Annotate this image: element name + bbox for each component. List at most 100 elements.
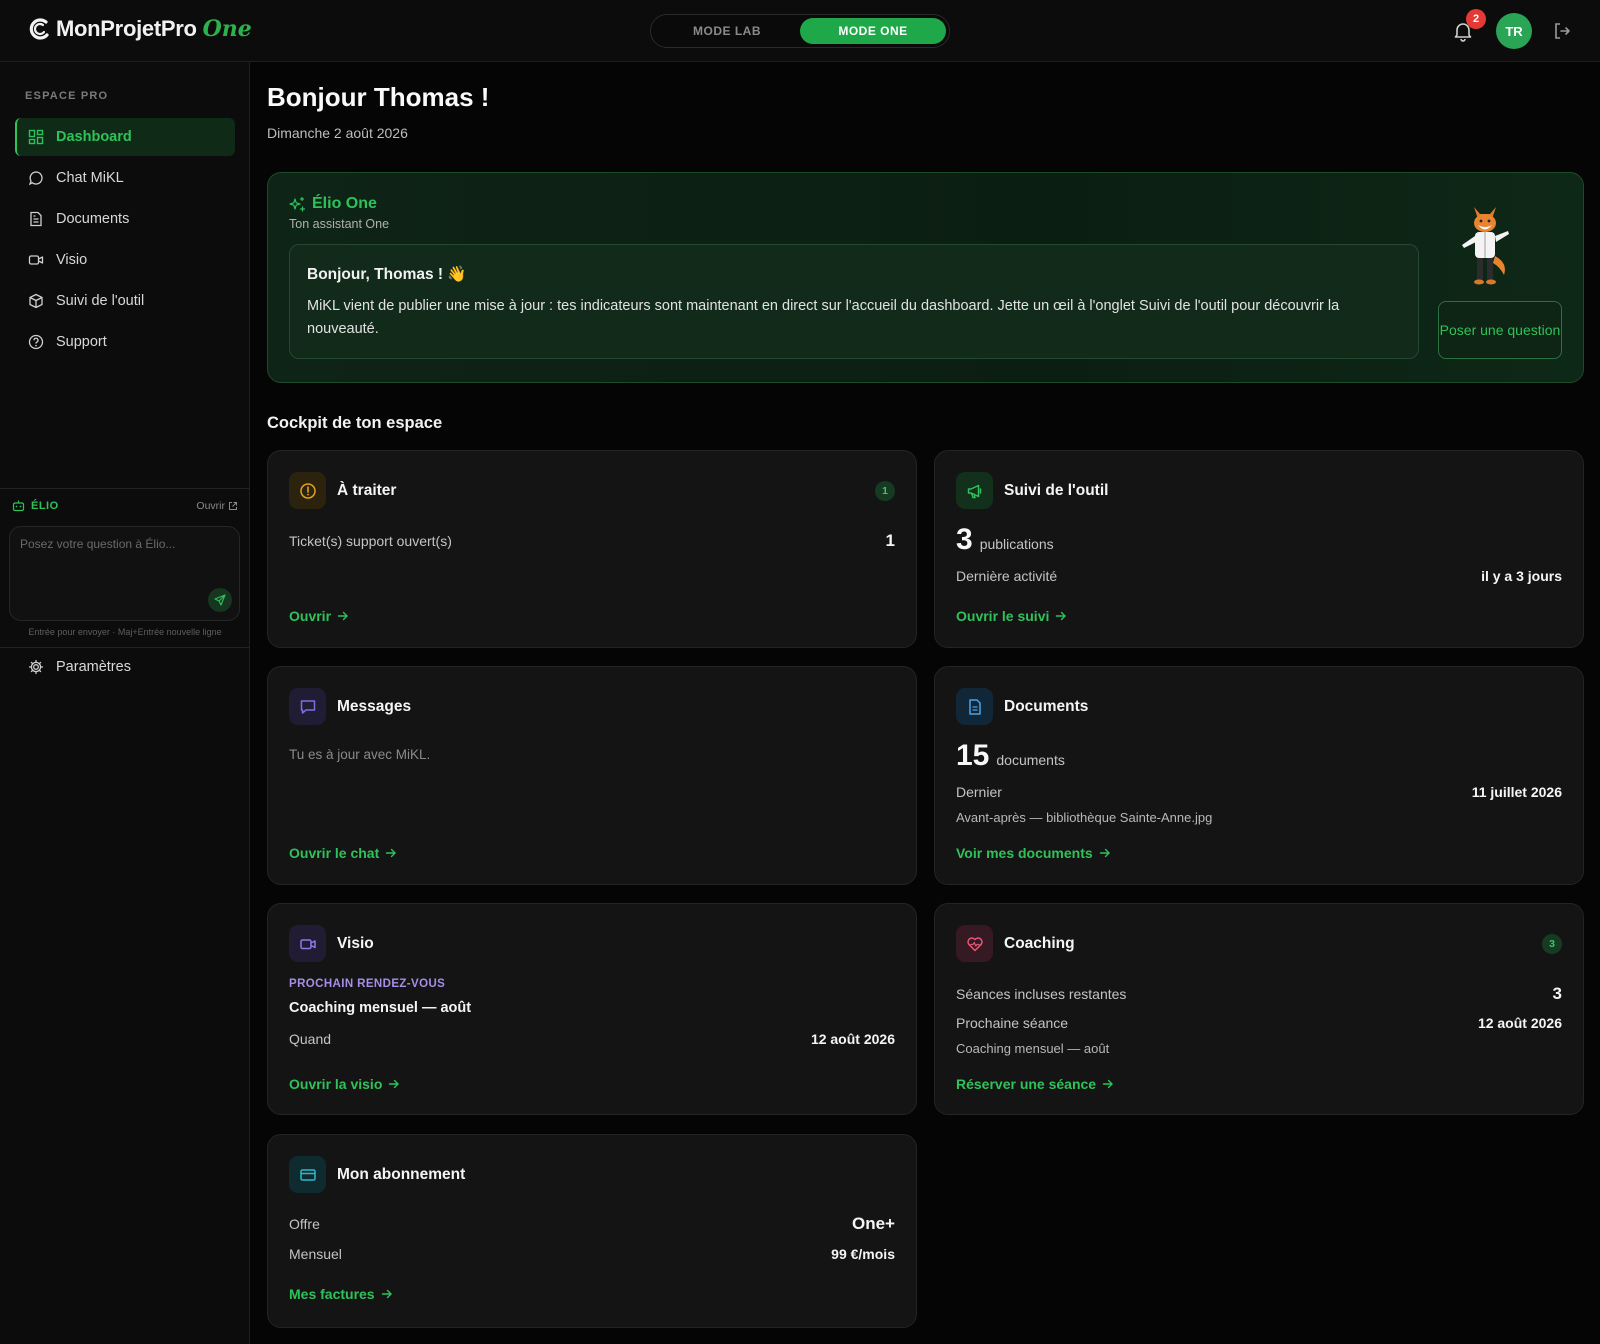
arrow-right-icon: [381, 1289, 392, 1299]
chat-icon: [28, 171, 43, 186]
elio-chat-box: [9, 526, 240, 621]
arrow-right-icon: [1102, 1079, 1114, 1089]
card-suivi-outil: Suivi de l'outil 3 publications Dernière…: [934, 450, 1584, 648]
link-label: Ouvrir: [289, 608, 332, 624]
settings-label: Paramètres: [56, 659, 131, 675]
card-title: Visio: [337, 934, 374, 952]
card-visio: Visio PROCHAIN RENDEZ-VOUS Coaching mens…: [267, 903, 917, 1115]
stat-row: Séances incluses restantes 3: [956, 984, 1562, 1004]
stat-label: Dernier: [956, 784, 1002, 800]
elio-panel-label: ÉLIO: [31, 499, 59, 512]
message-icon: [289, 688, 326, 725]
mode-toggle: MODE LAB MODE ONE: [650, 14, 950, 48]
stat-row: Prochaine séance 12 août 2026: [956, 1015, 1562, 1031]
stat-row: Ticket(s) support ouvert(s) 1: [289, 531, 895, 551]
stat-value: 3: [1552, 984, 1562, 1003]
card-header: Mon abonnement: [289, 1156, 465, 1193]
open-visio-link[interactable]: Ouvrir la visio: [289, 1076, 400, 1092]
sidebar-item-label: Suivi de l'outil: [56, 293, 145, 309]
elio-panel-title: ÉLIO: [12, 499, 59, 512]
elio-assistant-card: Élio One Ton assistant One Bonjour, Thom…: [267, 172, 1584, 383]
sidebar-item-visio[interactable]: Visio: [15, 241, 235, 279]
elio-open-link[interactable]: Ouvrir: [196, 500, 238, 512]
arrow-right-icon: [337, 611, 349, 621]
card-documents: Documents 15 documents Dernier 11 juille…: [934, 666, 1584, 885]
page-title: Bonjour Thomas !: [267, 82, 490, 112]
notification-badge: 2: [1466, 9, 1486, 29]
section-title: Cockpit de ton espace: [267, 414, 443, 432]
sidebar-item-documents[interactable]: Documents: [15, 200, 235, 238]
logout-icon[interactable]: [1552, 21, 1572, 41]
stat-label: Séances incluses restantes: [956, 986, 1127, 1002]
count-badge: 3: [1542, 934, 1562, 954]
sidebar-item-support[interactable]: Support: [15, 323, 235, 361]
card-coaching: Coaching 3 Séances incluses restantes 3 …: [934, 903, 1584, 1115]
heart-icon: [956, 925, 993, 962]
app-logo[interactable]: MonProjetPro One: [26, 16, 252, 42]
stat-unit: documents: [996, 752, 1065, 768]
sidebar-item-dashboard[interactable]: Dashboard: [15, 118, 235, 156]
open-chat-link[interactable]: Ouvrir le chat: [289, 845, 397, 861]
book-session-link[interactable]: Réserver une séance: [956, 1076, 1114, 1092]
ask-question-button[interactable]: Poser une question: [1438, 301, 1562, 359]
mode-one-button[interactable]: MODE ONE: [800, 18, 946, 44]
stat-value: 12 août 2026: [1477, 1015, 1562, 1031]
view-documents-link[interactable]: Voir mes documents: [956, 845, 1111, 861]
sidebar-item-suivi[interactable]: Suivi de l'outil: [15, 282, 235, 320]
link-label: Réserver une séance: [956, 1076, 1097, 1092]
elio-hint-text: Entrée pour envoyer · Maj+Entrée nouvell…: [28, 627, 222, 637]
send-button[interactable]: [208, 588, 232, 612]
page-date: Dimanche 2 août 2026: [267, 125, 408, 141]
link-label: Ouvrir le chat: [289, 845, 380, 861]
card-abonnement: Mon abonnement Offre One+ Mensuel 99 €/m…: [267, 1134, 917, 1328]
elio-divider: [0, 488, 250, 489]
next-meeting-kicker: PROCHAIN RENDEZ-VOUS: [289, 978, 446, 990]
card-header: Suivi de l'outil: [956, 472, 1108, 509]
top-bar: MonProjetPro One MODE LAB MODE ONE 2 TR: [0, 0, 1600, 62]
elio-question-input[interactable]: [20, 537, 220, 577]
card-a-traiter: À traiter 1 Ticket(s) support ouvert(s) …: [267, 450, 917, 648]
last-document-name: Avant-après — bibliothèque Sainte-Anne.j…: [956, 810, 1213, 825]
sidebar-item-settings[interactable]: Paramètres: [28, 659, 131, 675]
stat-value: 1: [885, 531, 895, 550]
card-title: Messages: [337, 697, 412, 715]
card-header: À traiter: [289, 472, 396, 509]
stat-unit: publications: [979, 536, 1054, 552]
open-suivi-link[interactable]: Ouvrir le suivi: [956, 608, 1067, 624]
stat-value: il y a 3 jours: [1481, 568, 1562, 584]
stat-label: Dernière activité: [956, 568, 1058, 584]
stat-label: Quand: [289, 1031, 332, 1047]
messages-status: Tu es à jour avec MiKL.: [289, 747, 431, 762]
big-stat: 3 publications: [956, 523, 1054, 557]
stat-row: Mensuel 99 €/mois: [289, 1246, 895, 1262]
elio-message-bubble: Bonjour, Thomas ! 👋 MiKL vient de publie…: [289, 244, 1419, 359]
stat-label: Offre: [289, 1216, 320, 1232]
stat-row: Dernière activité il y a 3 jours: [956, 568, 1562, 584]
card-header: Messages: [289, 688, 411, 725]
count-badge: 1: [875, 481, 895, 501]
send-icon: [214, 594, 226, 606]
sidebar-item-label: Documents: [56, 211, 130, 227]
stat-row: Quand 12 août 2026: [289, 1031, 895, 1047]
sidebar-item-label: Visio: [56, 252, 88, 268]
stat-value: One+: [852, 1214, 895, 1233]
logo-text: MonProjetPro: [56, 16, 197, 41]
avatar[interactable]: TR: [1496, 13, 1532, 49]
card-header: Documents: [956, 688, 1088, 725]
sidebar-item-chat-mikl[interactable]: Chat MiKL: [15, 159, 235, 197]
open-tickets-link[interactable]: Ouvrir: [289, 608, 349, 624]
arrow-right-icon: [389, 1079, 400, 1089]
credit-card-icon: [289, 1156, 326, 1193]
video-icon: [289, 925, 326, 962]
logo-accent-text: One: [202, 16, 252, 42]
gear-icon: [28, 659, 44, 675]
fox-mascot-icon: [1462, 207, 1509, 285]
stat-row: Dernier 11 juillet 2026: [956, 784, 1562, 800]
logo-mark-icon: [29, 18, 49, 40]
elio-card-title-text: Élio One: [312, 195, 377, 212]
mode-lab-button[interactable]: MODE LAB: [654, 18, 800, 44]
invoices-link[interactable]: Mes factures: [289, 1286, 393, 1302]
settings-divider: [0, 647, 250, 648]
sidebar-item-label: Chat MiKL: [56, 170, 124, 186]
next-meeting-title: Coaching mensuel — août: [289, 1000, 472, 1016]
